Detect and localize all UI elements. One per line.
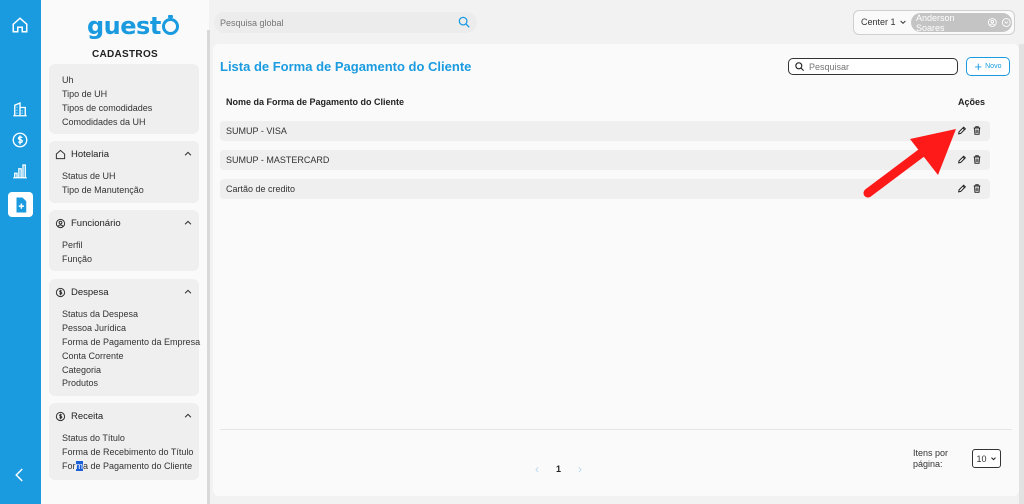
- item-text: a de Pagamento do Cliente: [83, 460, 193, 471]
- sidebar-item-forma-recebimento-titulo[interactable]: Forma de Recebimento do Título: [62, 446, 193, 460]
- items-per-page-label: Itens por página:: [913, 448, 949, 469]
- sidebar-group-uh: Uh Tipo de UH Tipos de comodidades Comod…: [49, 64, 199, 134]
- buildings-icon[interactable]: [9, 98, 31, 120]
- pagination: ‹ 1 ›: [535, 462, 582, 476]
- sidebar-item-forma-pagamento-cliente[interactable]: Forma de Pagamento do Cliente: [62, 460, 193, 474]
- row-name: SUMUP - VISA: [226, 126, 287, 136]
- group-label: Funcionário: [71, 218, 121, 229]
- sidebar-item-tipo-manutencao[interactable]: Tipo de Manutenção: [62, 184, 144, 198]
- trash-icon[interactable]: [972, 183, 982, 194]
- group-header-funcionario[interactable]: Funcionário: [55, 218, 121, 229]
- row-name: SUMUP - MASTERCARD: [226, 155, 330, 165]
- group-header-despesa[interactable]: Despesa: [55, 287, 109, 298]
- sidebar-item-comodidades-uh[interactable]: Comodidades da UH: [62, 116, 152, 130]
- row-name: Cartão de credito: [226, 184, 296, 194]
- sidebar-item-tipo-uh[interactable]: Tipo de UH: [62, 88, 152, 102]
- list-search-input[interactable]: [809, 60, 949, 73]
- sidebar-scrollbar[interactable]: [207, 30, 210, 504]
- item-text: For: [62, 460, 76, 471]
- sidebar-group-despesa: Despesa Status da Despesa Pessoa Jurídic…: [49, 279, 200, 396]
- sidebar-item-conta-corrente[interactable]: Conta Corrente: [62, 350, 200, 364]
- sidebar-group-funcionario: Funcionário Perfil Função: [49, 210, 199, 271]
- sidebar-item-perfil[interactable]: Perfil: [62, 239, 92, 253]
- chevron-up-icon[interactable]: [183, 287, 193, 297]
- next-page-button[interactable]: ›: [578, 462, 582, 476]
- search-icon: [795, 62, 805, 72]
- trash-icon[interactable]: [972, 154, 982, 165]
- column-header-name: Nome da Forma de Pagamento do Cliente: [226, 97, 405, 107]
- sidebar-item-forma-pagamento-empresa[interactable]: Forma de Pagamento da Empresa: [62, 336, 200, 350]
- annotation-arrow: [863, 129, 956, 198]
- page-title: Lista de Forma de Pagamento do Cliente: [220, 59, 472, 74]
- chevron-up-icon[interactable]: [183, 218, 193, 228]
- search-icon[interactable]: [457, 15, 471, 29]
- current-page[interactable]: 1: [556, 464, 561, 474]
- user-circle-icon: [55, 218, 66, 229]
- center-select[interactable]: Center 1: [861, 17, 907, 27]
- home-icon: [55, 149, 66, 160]
- group-header-hotelaria[interactable]: Hotelaria: [55, 149, 109, 160]
- home-icon[interactable]: [9, 14, 31, 36]
- group-header-receita[interactable]: Receita: [55, 411, 103, 422]
- dollar-icon[interactable]: [9, 129, 31, 151]
- chevron-down-icon: [899, 20, 906, 25]
- chevron-left-icon[interactable]: [9, 464, 31, 486]
- document-add-icon[interactable]: [8, 192, 33, 217]
- items-per-page-select[interactable]: 10: [972, 449, 1001, 468]
- chevron-up-icon[interactable]: [183, 411, 193, 421]
- group-label: Hotelaria: [71, 149, 110, 160]
- sidebar: guest CADASTROS Uh Tipo de UH Tipos de c…: [41, 0, 209, 504]
- user-box: Center 1 Anderson Soares: [853, 10, 1015, 35]
- user-circle-icon: [987, 18, 997, 27]
- logo: guest: [87, 12, 179, 40]
- sidebar-item-uh[interactable]: Uh: [62, 74, 152, 88]
- prev-page-button[interactable]: ‹: [535, 462, 539, 476]
- new-button[interactable]: + Novo: [966, 57, 1010, 76]
- center-label: Center 1: [861, 17, 896, 27]
- nav-rail: [0, 0, 41, 504]
- main-panel: Lista de Forma de Pagamento do Cliente +…: [213, 44, 1019, 496]
- bar-chart-icon[interactable]: [9, 160, 31, 182]
- group-label: Receita: [71, 411, 104, 422]
- sidebar-item-pessoa-juridica[interactable]: Pessoa Jurídica: [62, 322, 200, 336]
- sidebar-item-produtos[interactable]: Produtos: [62, 377, 200, 391]
- user-name: Anderson Soares: [916, 12, 955, 33]
- new-button-label: Novo: [985, 63, 1002, 70]
- sidebar-item-status-uh[interactable]: Status de UH: [62, 170, 144, 184]
- sidebar-item-funcao[interactable]: Função: [62, 253, 92, 267]
- footer-divider: [220, 429, 1012, 430]
- items-per-page-value: 10: [976, 453, 987, 464]
- sidebar-title: CADASTROS: [91, 49, 159, 60]
- group-label: Despesa: [71, 287, 109, 298]
- list-search: [788, 58, 958, 75]
- sidebar-group-hotelaria: Hotelaria Status de UH Tipo de Manutençã…: [49, 141, 199, 203]
- plus-icon: +: [974, 59, 983, 74]
- sidebar-item-status-titulo[interactable]: Status do Título: [62, 432, 193, 446]
- column-header-actions: Ações: [958, 97, 986, 107]
- sidebar-item-tipos-comodidades[interactable]: Tipos de comodidades: [62, 102, 152, 116]
- sidebar-group-receita: Receita Status do Título Forma de Recebi…: [49, 403, 199, 480]
- chevron-down-icon: [990, 457, 996, 461]
- main-scrollbar[interactable]: [1019, 44, 1024, 504]
- chevron-up-icon[interactable]: [183, 149, 193, 159]
- dollar-icon: [55, 411, 66, 422]
- sidebar-item-status-despesa[interactable]: Status da Despesa: [62, 308, 200, 322]
- global-search-input[interactable]: [220, 15, 450, 30]
- trash-icon[interactable]: [972, 125, 982, 136]
- chevron-down-circle-icon: [1002, 18, 1012, 27]
- sidebar-item-categoria[interactable]: Categoria: [62, 364, 200, 378]
- user-menu[interactable]: Anderson Soares: [911, 12, 1012, 33]
- global-search: [214, 12, 477, 33]
- text-selection: m: [75, 460, 83, 471]
- dollar-icon: [55, 287, 66, 298]
